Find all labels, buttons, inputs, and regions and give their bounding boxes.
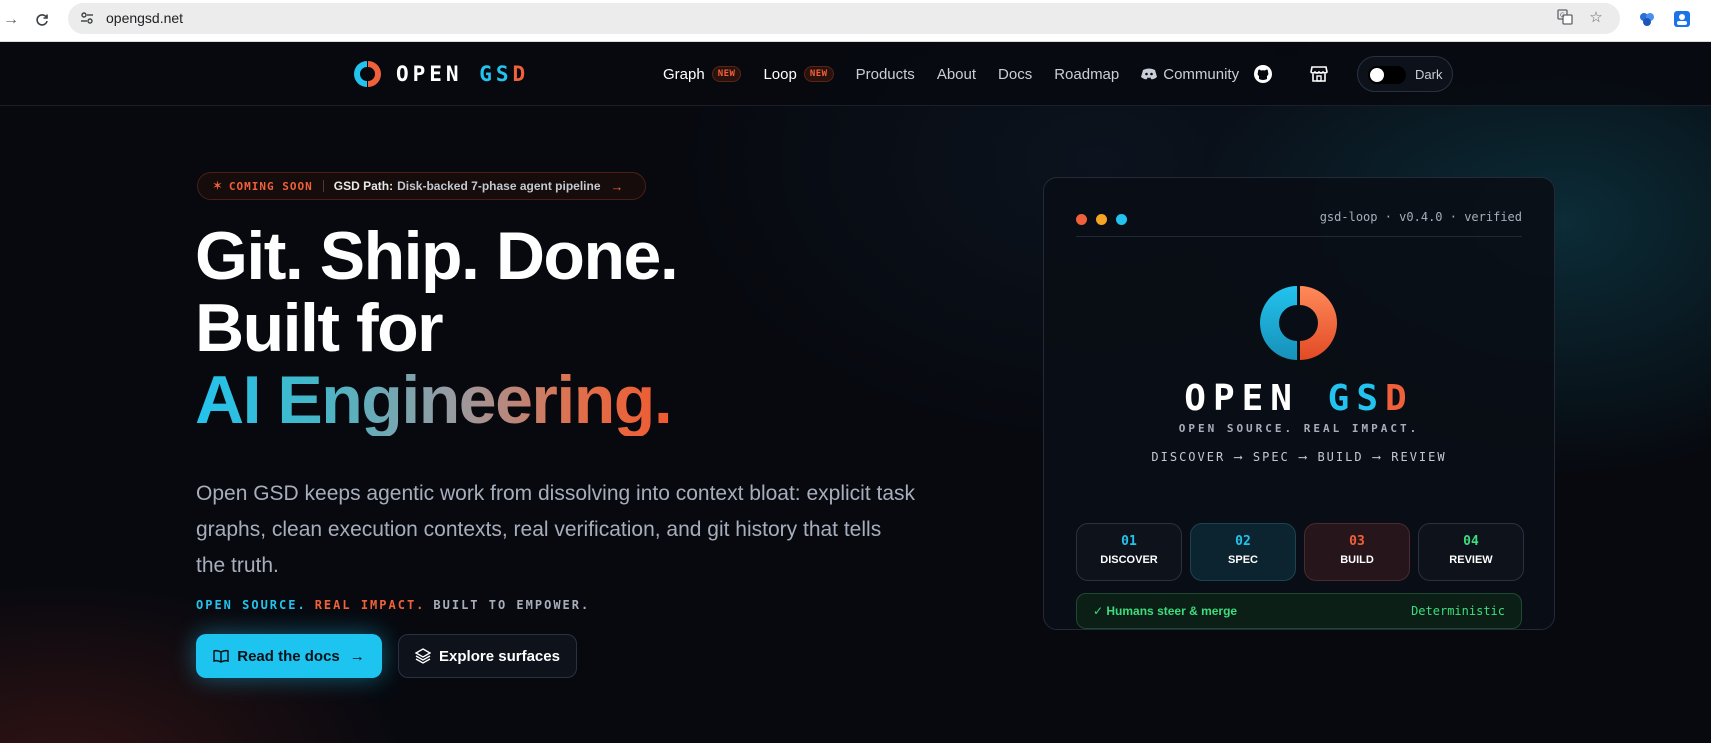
theme-toggle-label: Dark [1415, 67, 1443, 82]
store-icon[interactable] [1309, 64, 1329, 84]
book-icon [213, 649, 229, 663]
svg-text:G: G [1560, 12, 1565, 19]
translate-icon[interactable]: G [1556, 9, 1574, 27]
site-header: OPEN GSD Graph NEW Loop NEW Products Abo… [0, 42, 1711, 106]
address-bar[interactable]: opengsd.net G ☆ [68, 3, 1620, 34]
arrow-right-icon: → [349, 647, 365, 665]
sparkle-icon: ✶ [212, 178, 223, 193]
forward-icon[interactable]: → [0, 9, 22, 31]
reload-icon[interactable] [31, 9, 53, 31]
profile-icon[interactable] [1672, 9, 1692, 29]
nav-community[interactable]: Community [1141, 66, 1239, 83]
card-divider [1076, 236, 1522, 237]
open-gsd-logo-icon [354, 61, 381, 87]
phase-spec: 02 SPEC [1190, 523, 1296, 581]
github-icon[interactable] [1253, 64, 1273, 84]
bookmark-star-icon[interactable]: ☆ [1587, 9, 1605, 27]
gsd-loop-card: gsd-loop · v0.4.0 · verified OPEN GSD OP… [1043, 177, 1555, 630]
nav-graph[interactable]: Graph NEW [663, 66, 742, 83]
window-dot-blue [1116, 214, 1127, 225]
card-title: gsd-loop · v0.4.0 · verified [1319, 210, 1522, 224]
card-brand: OPEN GSD [1184, 378, 1414, 419]
new-badge: NEW [711, 66, 742, 82]
window-dot-yellow [1096, 214, 1107, 225]
browser-toolbar: → opengsd.net G ☆ [0, 0, 1711, 42]
status-bar: ✓ Humans steer & merge Deterministic [1076, 593, 1522, 629]
nav-loop[interactable]: Loop NEW [763, 66, 834, 83]
web-page: OPEN GSD Graph NEW Loop NEW Products Abo… [0, 42, 1711, 743]
coming-soon-tag: COMING SOON [228, 179, 313, 193]
read-docs-button[interactable]: Read the docs → [196, 634, 382, 678]
discord-icon [1141, 68, 1158, 80]
theme-toggle[interactable]: Dark [1357, 56, 1453, 92]
new-badge: NEW [803, 66, 834, 82]
brand-name: OPEN GSD [396, 62, 530, 86]
mode-label: Deterministic [1411, 604, 1505, 618]
toggle-track [1368, 66, 1406, 84]
explore-surfaces-button[interactable]: Explore surfaces [398, 634, 577, 678]
announcement-text: Disk-backed 7-phase agent pipeline [397, 179, 601, 193]
layers-icon [415, 648, 432, 664]
arrow-right-icon: → [610, 178, 624, 194]
nav-roadmap[interactable]: Roadmap [1054, 66, 1119, 83]
pill-divider [322, 180, 324, 192]
nav-docs[interactable]: Docs [998, 66, 1032, 83]
brand-logo-link[interactable]: OPEN GSD [352, 58, 529, 90]
extension-icon[interactable] [1637, 9, 1657, 29]
phase-discover: 01 DISCOVER [1076, 523, 1182, 581]
card-pipeline-flow: DISCOVER ⟶ SPEC ⟶ BUILD ⟶ REVIEW [1151, 450, 1447, 464]
announcement-title: GSD Path: [333, 179, 394, 193]
status-text: ✓ Humans steer & merge [1093, 604, 1238, 618]
hero-tagline: OPEN SOURCE. REAL IMPACT. BUILT TO EMPOWER… [196, 598, 591, 612]
phase-build: 03 BUILD [1304, 523, 1410, 581]
hero-description: Open GSD keeps agentic work from dissolv… [196, 482, 916, 577]
phase-review: 04 REVIEW [1418, 523, 1524, 581]
window-dot-red [1076, 214, 1087, 225]
announcement-pill[interactable]: ✶ COMING SOON GSD Path: Disk-backed 7-ph… [197, 172, 646, 200]
headline-line-2: Built for [195, 290, 444, 366]
nav-products[interactable]: Products [856, 66, 915, 83]
url-text[interactable]: opengsd.net [106, 10, 183, 26]
main-nav: Graph NEW Loop NEW Products About Docs R… [663, 42, 1261, 106]
card-subtitle: OPEN SOURCE. REAL IMPACT. [1178, 422, 1420, 435]
open-gsd-logo-icon [1260, 286, 1337, 360]
nav-about[interactable]: About [937, 66, 976, 83]
headline-line-1: Git. Ship. Done. [195, 218, 679, 294]
headline-line-3: AI Engineering. [195, 362, 673, 438]
toggle-knob [1370, 68, 1384, 82]
site-settings-icon[interactable] [78, 9, 96, 27]
